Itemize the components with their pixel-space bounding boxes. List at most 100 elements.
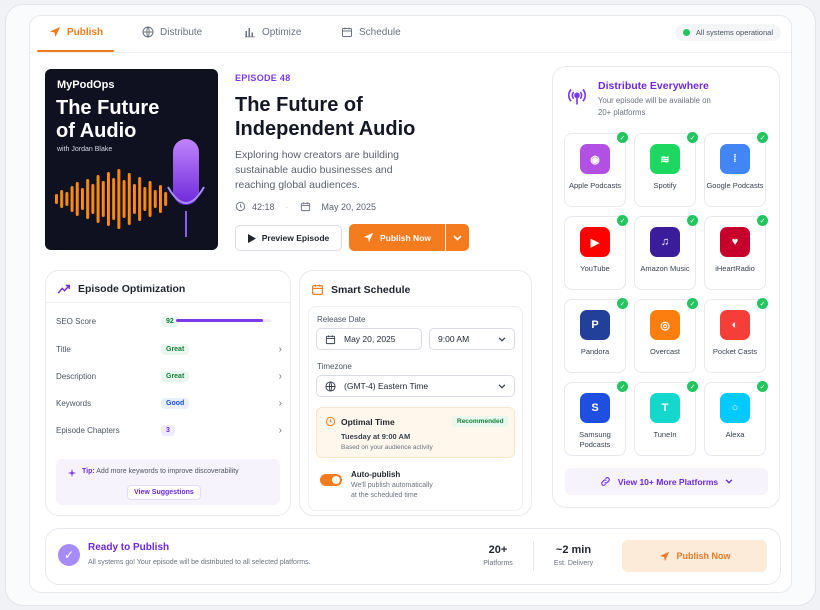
tab-label: Schedule: [359, 26, 401, 38]
checkmark-icon: ✓: [58, 544, 80, 566]
release-date-field[interactable]: May 20, 2025: [316, 328, 422, 350]
episode-description: Exploring how creators are building sust…: [235, 149, 400, 191]
status-badge: All systems operational: [674, 24, 781, 41]
platform-name: Alexa: [725, 430, 745, 439]
samsung-podcasts-icon: S: [580, 393, 610, 423]
platform-name: Pandora: [580, 347, 610, 356]
send-icon: [659, 551, 669, 561]
episode-chapters-row[interactable]: Episode Chapters 3 ›: [56, 420, 282, 440]
platform-card[interactable]: ≋ Spotify ✓: [634, 132, 698, 207]
episode-meta: 42:18 · May 20, 2025: [235, 201, 376, 212]
pocket-casts-icon: ◐: [720, 310, 750, 340]
platform-name: Google Podcasts: [706, 181, 764, 190]
optimization-title: Episode Optimization: [57, 283, 185, 295]
calendar-icon: [325, 334, 336, 344]
iheartradio-icon: ♥: [720, 227, 750, 257]
description-row[interactable]: Description Great ›: [56, 366, 282, 386]
globe-icon: [142, 26, 154, 38]
preview-label: Preview Episode: [261, 233, 330, 243]
platform-card[interactable]: ○ Alexa ✓: [704, 381, 768, 456]
auto-publish-row: Auto-publish We'll publish automatically…: [316, 464, 515, 508]
platform-card[interactable]: ◉ Apple Podcasts ✓: [564, 132, 628, 207]
keywords-row[interactable]: Keywords Good ›: [56, 393, 282, 413]
tab-distribute[interactable]: Distribute: [142, 26, 202, 38]
publish-now-bottom-button[interactable]: Publish Now: [622, 540, 767, 572]
timezone-select[interactable]: (GMT-4) Eastern Time: [316, 375, 515, 397]
ready-subtitle: All systems go! Your episode will be dis…: [88, 559, 311, 566]
optimal-time-box: Optimal Time Recommended Tuesday at 9:00…: [316, 407, 515, 458]
platform-card[interactable]: ▶ YouTube ✓: [564, 215, 628, 290]
release-time-select[interactable]: 9:00 AM: [429, 328, 515, 350]
platforms-stat: 20+ Platforms: [483, 544, 513, 567]
seo-score-bar: [176, 319, 271, 322]
status-badge: 3: [161, 424, 175, 436]
check-icon: ✓: [617, 215, 628, 226]
pandora-icon: P: [580, 310, 610, 340]
tab-publish[interactable]: Publish: [49, 26, 103, 38]
platform-name: TuneIn: [653, 430, 677, 439]
publish-options-dropdown[interactable]: [446, 224, 469, 251]
google-podcasts-icon: ⁞: [720, 144, 750, 174]
check-icon: ✓: [687, 298, 698, 309]
check-icon: ✓: [757, 132, 768, 143]
clock-icon: [325, 416, 336, 427]
chevron-right-icon: ›: [278, 397, 282, 409]
episode-duration: 42:18: [252, 201, 275, 212]
view-suggestions-button[interactable]: View Suggestions: [127, 485, 201, 500]
calendar-icon: [300, 202, 310, 212]
platform-card[interactable]: ◐ Pocket Casts ✓: [704, 298, 768, 373]
send-icon: [363, 232, 374, 243]
amazon-music-icon: ♫: [650, 227, 680, 257]
platform-card[interactable]: ◎ Overcast ✓: [634, 298, 698, 373]
tab-schedule[interactable]: Schedule: [341, 26, 401, 38]
title-row[interactable]: Title Great ›: [56, 339, 282, 359]
status-badge: Great: [161, 370, 190, 382]
optimal-time-value: Tuesday at 9:00 AM: [341, 432, 411, 441]
platform-name: iHeartRadio: [715, 264, 755, 273]
youtube-icon: ▶: [580, 227, 610, 257]
check-icon: ✓: [617, 381, 628, 392]
check-icon: ✓: [617, 298, 628, 309]
view-more-platforms-button[interactable]: View 10+ More Platforms: [565, 468, 768, 495]
platform-card[interactable]: ♥ iHeartRadio ✓: [704, 215, 768, 290]
delivery-stat: ~2 min Est. Delivery: [553, 544, 594, 567]
platform-name: YouTube: [580, 264, 610, 273]
check-icon: ✓: [757, 381, 768, 392]
ready-title: Ready to Publish: [88, 542, 170, 553]
tab-label: Distribute: [160, 26, 203, 38]
top-nav: Publish Distribute Optimize Schedule All…: [30, 16, 791, 53]
sparkle-icon: [67, 468, 77, 478]
auto-publish-toggle[interactable]: [320, 474, 342, 486]
optimal-time-note: Based on your audience activity: [341, 444, 433, 451]
calendar-icon: [312, 284, 323, 295]
tab-optimize[interactable]: Optimize: [244, 26, 301, 38]
publish-label: Publish Now: [380, 232, 431, 243]
tip-box: Tip: Add more keywords to improve discov…: [56, 459, 280, 505]
chevron-right-icon: ›: [278, 424, 282, 436]
platform-card[interactable]: P Pandora ✓: [564, 298, 628, 373]
distribute-subtitle: Your episode will be available on 20+ pla…: [598, 96, 711, 117]
status-badge: Good: [161, 397, 190, 409]
platform-card[interactable]: T TuneIn ✓: [634, 381, 698, 456]
ready-to-publish-bar: ✓ Ready to Publish All systems go! Your …: [45, 528, 781, 585]
send-icon: [50, 27, 60, 37]
auto-publish-desc: We'll publish automatically: [351, 482, 433, 489]
check-icon: ✓: [617, 132, 628, 143]
episode-number: EPISODE 48: [235, 73, 291, 83]
preview-episode-button[interactable]: Preview Episode: [235, 225, 342, 251]
platform-card[interactable]: ♫ Amazon Music ✓: [634, 215, 698, 290]
platform-name: Pocket Casts: [712, 347, 758, 356]
platform-card[interactable]: S Samsung Podcasts ✓: [564, 381, 628, 456]
tab-label: Publish: [67, 26, 104, 38]
trending-up-icon: [57, 284, 70, 294]
overcast-icon: ◎: [650, 310, 680, 340]
calendar-icon: [342, 27, 352, 37]
status-text: All systems operational: [695, 28, 773, 37]
publish-now-button[interactable]: Publish Now: [349, 224, 445, 251]
platform-name: Spotify: [653, 181, 677, 190]
tunein-icon: T: [650, 393, 680, 423]
platform-card[interactable]: ⁞ Google Podcasts ✓: [704, 132, 768, 207]
tab-label: Optimize: [262, 26, 302, 38]
platform-name: Overcast: [649, 347, 680, 356]
schedule-title: Smart Schedule: [311, 283, 410, 296]
